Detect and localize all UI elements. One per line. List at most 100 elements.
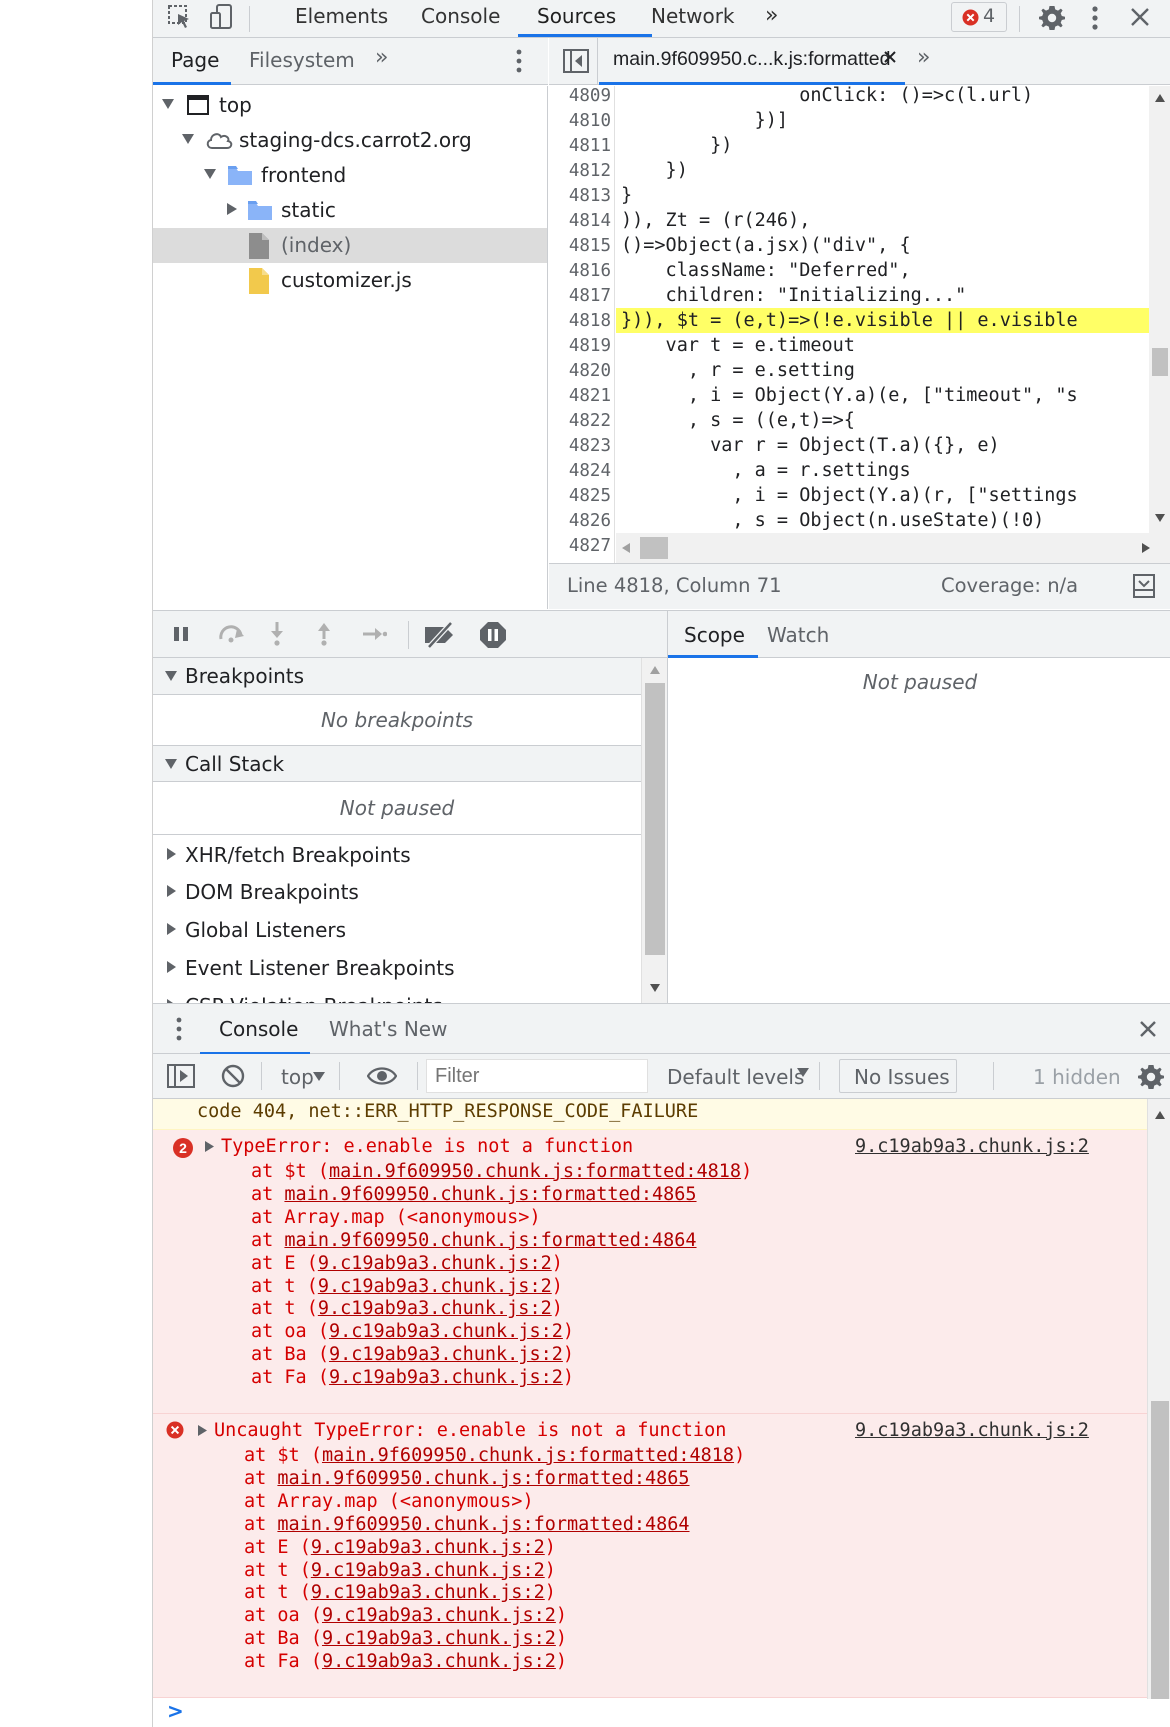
tab-network[interactable]: Network [651, 0, 735, 38]
call-stack-section-header[interactable]: Call Stack [153, 745, 641, 782]
tree-item-customizer[interactable]: customizer.js [153, 263, 547, 298]
code-line[interactable]: , s = ((e,t)=>{ [621, 408, 855, 433]
stack-frame-link[interactable]: main.9f609950.chunk.js:formatted:4865 [277, 1468, 689, 1489]
line-number[interactable]: 4819 [549, 336, 611, 356]
console-filter-input[interactable] [426, 1059, 648, 1093]
line-number[interactable]: 4821 [549, 386, 611, 406]
line-number[interactable]: 4818 [549, 311, 611, 331]
show-console-sidebar-icon[interactable] [167, 1064, 195, 1088]
clear-console-icon[interactable] [221, 1064, 245, 1088]
step-over-icon[interactable] [217, 623, 247, 643]
code-line[interactable]: }) [621, 158, 688, 183]
scroll-up-arrow-icon[interactable] [650, 666, 660, 674]
editor-scroll-thumb[interactable] [1152, 348, 1168, 376]
line-number[interactable]: 4822 [549, 411, 611, 431]
tab-sources[interactable]: Sources [537, 0, 616, 38]
tab-console[interactable]: Console [421, 0, 500, 38]
code-line[interactable]: className: "Deferred", [621, 258, 911, 283]
device-toolbar-icon[interactable] [209, 4, 235, 30]
stack-frame-link[interactable]: main.9f609950.chunk.js:formatted:4864 [284, 1230, 696, 1251]
error-title[interactable]: Uncaught TypeError: e.enable is not a fu… [214, 1418, 726, 1443]
global-listeners-section[interactable]: Global Listeners [153, 910, 641, 948]
code-line[interactable]: }) [621, 133, 732, 158]
line-number[interactable]: 4814 [549, 211, 611, 231]
issues-button[interactable]: No Issues [839, 1059, 957, 1093]
error-count-badge[interactable]: 4 [951, 2, 1007, 32]
editor-vertical-scrollbar[interactable] [1149, 86, 1170, 533]
drawer-menu-icon[interactable] [175, 1016, 183, 1042]
code-line[interactable]: , i = Object(Y.a)(e, ["timeout", "s [621, 383, 1078, 408]
stack-frame-link[interactable]: 9.c19ab9a3.chunk.js:2 [318, 1253, 552, 1274]
csp-violation-breakpoints-section[interactable]: CSP Violation Breakpoints [153, 986, 641, 1003]
more-tabs-chevron[interactable]: » [765, 0, 778, 38]
dropdown-arrow-icon[interactable] [797, 1068, 809, 1077]
code-line[interactable]: })] [621, 108, 788, 133]
context-selector[interactable]: top [281, 1065, 314, 1089]
xhr-breakpoints-section[interactable]: XHR/fetch Breakpoints [153, 834, 641, 872]
code-line[interactable]: , r = e.setting [621, 358, 855, 383]
scroll-right-arrow-icon[interactable] [1142, 543, 1150, 553]
triangle-down-icon[interactable] [162, 99, 174, 109]
more-editor-tabs-chevron[interactable]: » [917, 45, 930, 70]
inspect-element-icon[interactable] [167, 4, 193, 30]
code-line[interactable]: children: "Initializing..." [621, 283, 967, 308]
scroll-up-arrow-icon[interactable] [1155, 94, 1165, 102]
scroll-down-arrow-icon[interactable] [650, 984, 660, 992]
live-expression-eye-icon[interactable] [367, 1066, 397, 1086]
code-line-current[interactable]: })), $t = (e,t)=>(!e.visible || e.visibl… [621, 308, 1078, 333]
code-line[interactable]: onClick: ()=>c(l.url) [621, 86, 1033, 108]
tab-scope[interactable]: Scope [684, 623, 745, 647]
console-settings-gear-icon[interactable] [1137, 1062, 1165, 1090]
stack-frame-link[interactable]: 9.c19ab9a3.chunk.js:2 [318, 1276, 552, 1297]
code-line[interactable]: ()=>Object(a.jsx)("div", { [621, 233, 911, 258]
code-line[interactable]: var r = Object(T.a)({}, e) [621, 433, 1000, 458]
step-into-icon[interactable] [269, 621, 285, 647]
tree-item-domain[interactable]: staging-dcs.carrot2.org [153, 123, 547, 158]
pause-script-icon[interactable] [173, 626, 189, 642]
pause-on-exceptions-icon[interactable] [479, 621, 507, 649]
line-number[interactable]: 4809 [549, 86, 611, 106]
line-number[interactable]: 4820 [549, 361, 611, 381]
line-number[interactable]: 4816 [549, 261, 611, 281]
tab-elements[interactable]: Elements [295, 0, 388, 38]
stack-frame-link[interactable]: 9.c19ab9a3.chunk.js:2 [329, 1321, 563, 1342]
console-prompt[interactable]: > [153, 1699, 1170, 1727]
close-drawer-icon[interactable] [1139, 1020, 1157, 1038]
line-number[interactable]: 4823 [549, 436, 611, 456]
more-navigator-tabs-chevron[interactable]: » [375, 45, 388, 70]
tab-page[interactable]: Page [171, 48, 219, 72]
deactivate-breakpoints-icon[interactable] [423, 621, 457, 649]
coverage-status[interactable]: Coverage: n/a [941, 574, 1078, 597]
editor-horizontal-scrollbar[interactable] [616, 533, 1170, 563]
navigator-menu-icon[interactable] [515, 48, 523, 74]
line-number[interactable]: 4815 [549, 236, 611, 256]
code-line[interactable]: } [621, 183, 632, 208]
code-line[interactable]: )), Zt = (r(246), [621, 208, 810, 233]
stack-frame-link[interactable]: main.9f609950.chunk.js:formatted:4818 [322, 1445, 734, 1466]
step-icon[interactable] [361, 625, 387, 643]
code-line[interactable]: var t = e.timeout [621, 333, 855, 358]
stack-frame-link[interactable]: 9.c19ab9a3.chunk.js:2 [329, 1344, 563, 1365]
dom-breakpoints-section[interactable]: DOM Breakpoints [153, 872, 641, 910]
scroll-up-arrow-icon[interactable] [1155, 1111, 1165, 1119]
error-source-link[interactable]: 9.c19ab9a3.chunk.js:2 [855, 1136, 1089, 1157]
error-source-link[interactable]: 9.c19ab9a3.chunk.js:2 [855, 1420, 1089, 1441]
triangle-down-icon[interactable] [204, 169, 216, 179]
code-line[interactable]: , s = Object(n.useState)(!0) [621, 508, 1044, 533]
expand-triangle-icon[interactable] [198, 1425, 207, 1436]
stack-frame-link[interactable]: 9.c19ab9a3.chunk.js:2 [318, 1298, 552, 1319]
error-title[interactable]: TypeError: e.enable is not a function [221, 1134, 633, 1159]
event-listener-breakpoints-section[interactable]: Event Listener Breakpoints [153, 948, 641, 986]
line-number[interactable]: 4810 [549, 111, 611, 131]
step-out-icon[interactable] [316, 621, 332, 647]
stack-frame-link[interactable]: 9.c19ab9a3.chunk.js:2 [329, 1367, 563, 1388]
scroll-down-arrow-icon[interactable] [1155, 514, 1165, 522]
line-number[interactable]: 4826 [549, 511, 611, 531]
close-devtools-icon[interactable] [1129, 6, 1151, 28]
editor-tab-main-js[interactable]: main.9f609950.c...k.js:formatted [613, 48, 890, 71]
tab-filesystem[interactable]: Filesystem [249, 48, 355, 72]
debugger-scroll-thumb[interactable] [645, 683, 665, 955]
line-number[interactable]: 4813 [549, 186, 611, 206]
toggle-navigator-icon[interactable] [563, 49, 589, 73]
stack-frame-link[interactable]: main.9f609950.chunk.js:formatted:4864 [277, 1514, 689, 1535]
